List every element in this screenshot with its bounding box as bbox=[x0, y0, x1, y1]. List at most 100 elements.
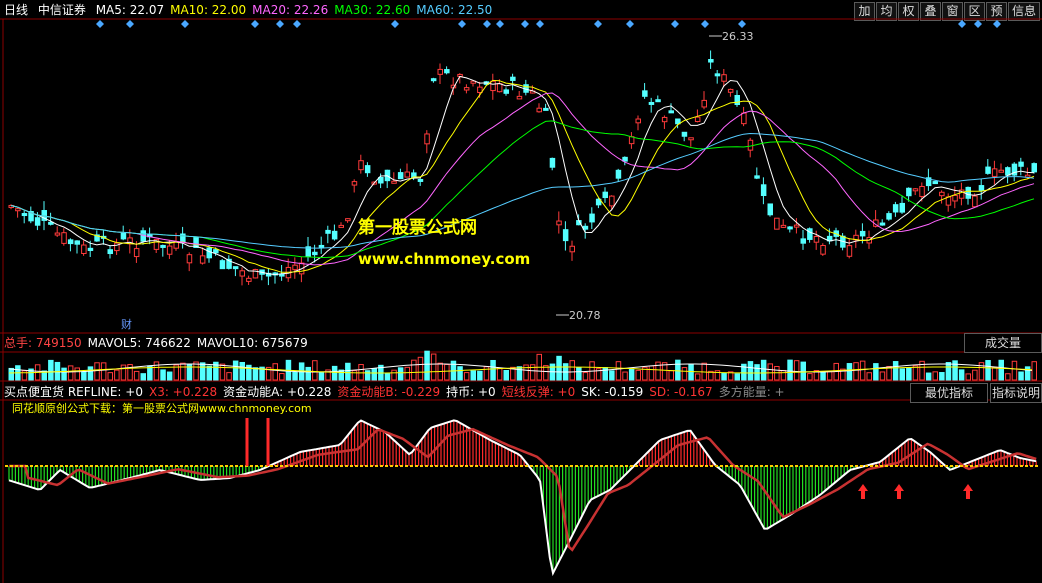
volume-bar bbox=[998, 359, 1004, 381]
buy-arrow bbox=[894, 484, 904, 499]
volume-bar bbox=[477, 370, 483, 381]
candle-body bbox=[444, 69, 450, 74]
candle-body bbox=[549, 157, 556, 168]
volume-bar bbox=[371, 368, 377, 381]
candle-body bbox=[846, 245, 853, 257]
volume-legend: 总手: 749150 MAVOL5: 746622 MAVOL10: 675679 bbox=[4, 334, 314, 352]
signal-diamond bbox=[521, 20, 529, 28]
candle-body bbox=[906, 187, 912, 197]
volume-bar bbox=[292, 371, 298, 381]
volume-bar bbox=[1018, 371, 1024, 381]
candle-body bbox=[74, 240, 80, 245]
volume-bar bbox=[859, 360, 866, 381]
volume-bar bbox=[424, 350, 430, 381]
volume-bar bbox=[279, 373, 285, 381]
volume-bar bbox=[199, 362, 206, 381]
volume-bar bbox=[404, 366, 410, 381]
volume-bar bbox=[760, 359, 767, 381]
chart-canvas[interactable]: 26.33 20.78 财 第一股票公式网 www.chnmoney.com bbox=[0, 0, 1042, 583]
candle-body bbox=[345, 218, 351, 222]
volume-bar bbox=[94, 362, 100, 381]
volume-bar bbox=[846, 363, 853, 381]
volume-bar bbox=[853, 362, 859, 381]
volume-bar bbox=[688, 364, 694, 381]
volume-bar bbox=[345, 362, 351, 381]
candle-body bbox=[186, 254, 193, 264]
volume-bar bbox=[166, 371, 173, 381]
indicator-label-5: 持币: +0 bbox=[446, 385, 496, 399]
stock-chart-window: 日线 中信证券 MA5: 22.07 MA10: 22.00 MA20: 22.26… bbox=[0, 0, 1042, 583]
candle-body bbox=[972, 195, 978, 208]
volume-bar bbox=[331, 365, 338, 381]
watermark-title: 第一股票公式网 bbox=[358, 217, 477, 238]
volume-bar bbox=[543, 365, 549, 381]
volume-bar bbox=[120, 364, 127, 381]
candle-body bbox=[503, 89, 509, 94]
volume-bar bbox=[463, 372, 470, 381]
candle-body bbox=[879, 222, 886, 226]
volume-bar bbox=[991, 366, 998, 381]
volume-bar bbox=[87, 366, 94, 381]
candle-body bbox=[1005, 167, 1011, 176]
indicator-help-button[interactable]: 指标说明 bbox=[990, 383, 1042, 403]
candle-body bbox=[397, 172, 404, 180]
volume-bar bbox=[180, 362, 186, 381]
volume-bar bbox=[820, 372, 826, 381]
volume-bar bbox=[800, 361, 806, 381]
candle-body bbox=[437, 68, 443, 75]
candle-body bbox=[952, 194, 958, 202]
candle-body bbox=[292, 264, 298, 271]
indicator-label-4: 资金动能B: -0.229 bbox=[337, 385, 441, 399]
candle-body bbox=[358, 160, 364, 171]
volume-button[interactable]: 成交量 bbox=[964, 333, 1042, 353]
candle-body bbox=[919, 185, 925, 197]
candle-body bbox=[582, 225, 589, 230]
candle-body bbox=[15, 208, 21, 212]
volume-bar bbox=[826, 371, 833, 381]
volume-bar bbox=[417, 356, 424, 381]
candle-body bbox=[569, 245, 575, 253]
volume-bar bbox=[932, 371, 938, 381]
volume-bar bbox=[133, 370, 140, 381]
candle-body bbox=[213, 249, 219, 254]
indicator-label-6: 短线反弹: +0 bbox=[501, 385, 576, 399]
volume-bar bbox=[351, 370, 358, 381]
candle-body bbox=[338, 224, 344, 228]
volume-bar bbox=[305, 366, 311, 381]
promo-text: 同花顺原创公式下载：第一股票公式网www.chnmoney.com bbox=[12, 402, 312, 415]
signal-diamond bbox=[974, 20, 982, 28]
volume-bar bbox=[767, 363, 773, 381]
indicator-label-9: 多方能量: + bbox=[718, 385, 785, 399]
candle-body bbox=[219, 260, 226, 270]
indicator-label-8: SD: -0.167 bbox=[649, 385, 713, 399]
candle-body bbox=[642, 90, 648, 97]
volume-bar bbox=[1011, 360, 1018, 381]
volume-bar bbox=[899, 368, 905, 381]
volume-bar bbox=[793, 360, 800, 381]
candle-body bbox=[67, 239, 74, 245]
candle-body bbox=[681, 131, 688, 137]
candle-body bbox=[985, 166, 991, 174]
volume-bar bbox=[787, 359, 793, 381]
signal-diamond bbox=[594, 20, 602, 28]
volume-bar bbox=[569, 360, 575, 381]
volume-bar bbox=[312, 360, 318, 381]
volume-bar bbox=[1005, 373, 1011, 381]
volume-bar bbox=[747, 361, 754, 381]
volume-bar bbox=[602, 367, 608, 381]
candle-body bbox=[364, 165, 371, 174]
indicator-label-3: 资金动能A: +0.228 bbox=[223, 385, 332, 399]
volume-bar bbox=[219, 363, 226, 381]
signal-diamond bbox=[738, 20, 746, 28]
candle-body bbox=[166, 245, 173, 255]
volume-bar bbox=[384, 373, 391, 381]
best-indicator-button[interactable]: 最优指标 bbox=[910, 383, 988, 403]
volume-bar bbox=[160, 369, 166, 381]
volume-bar bbox=[444, 363, 450, 381]
candle-body bbox=[741, 112, 747, 125]
candle-body bbox=[133, 248, 140, 258]
candle-body bbox=[331, 230, 338, 240]
candle-body bbox=[668, 110, 674, 114]
volume-bar bbox=[107, 372, 113, 381]
volume-bar bbox=[1031, 361, 1037, 381]
